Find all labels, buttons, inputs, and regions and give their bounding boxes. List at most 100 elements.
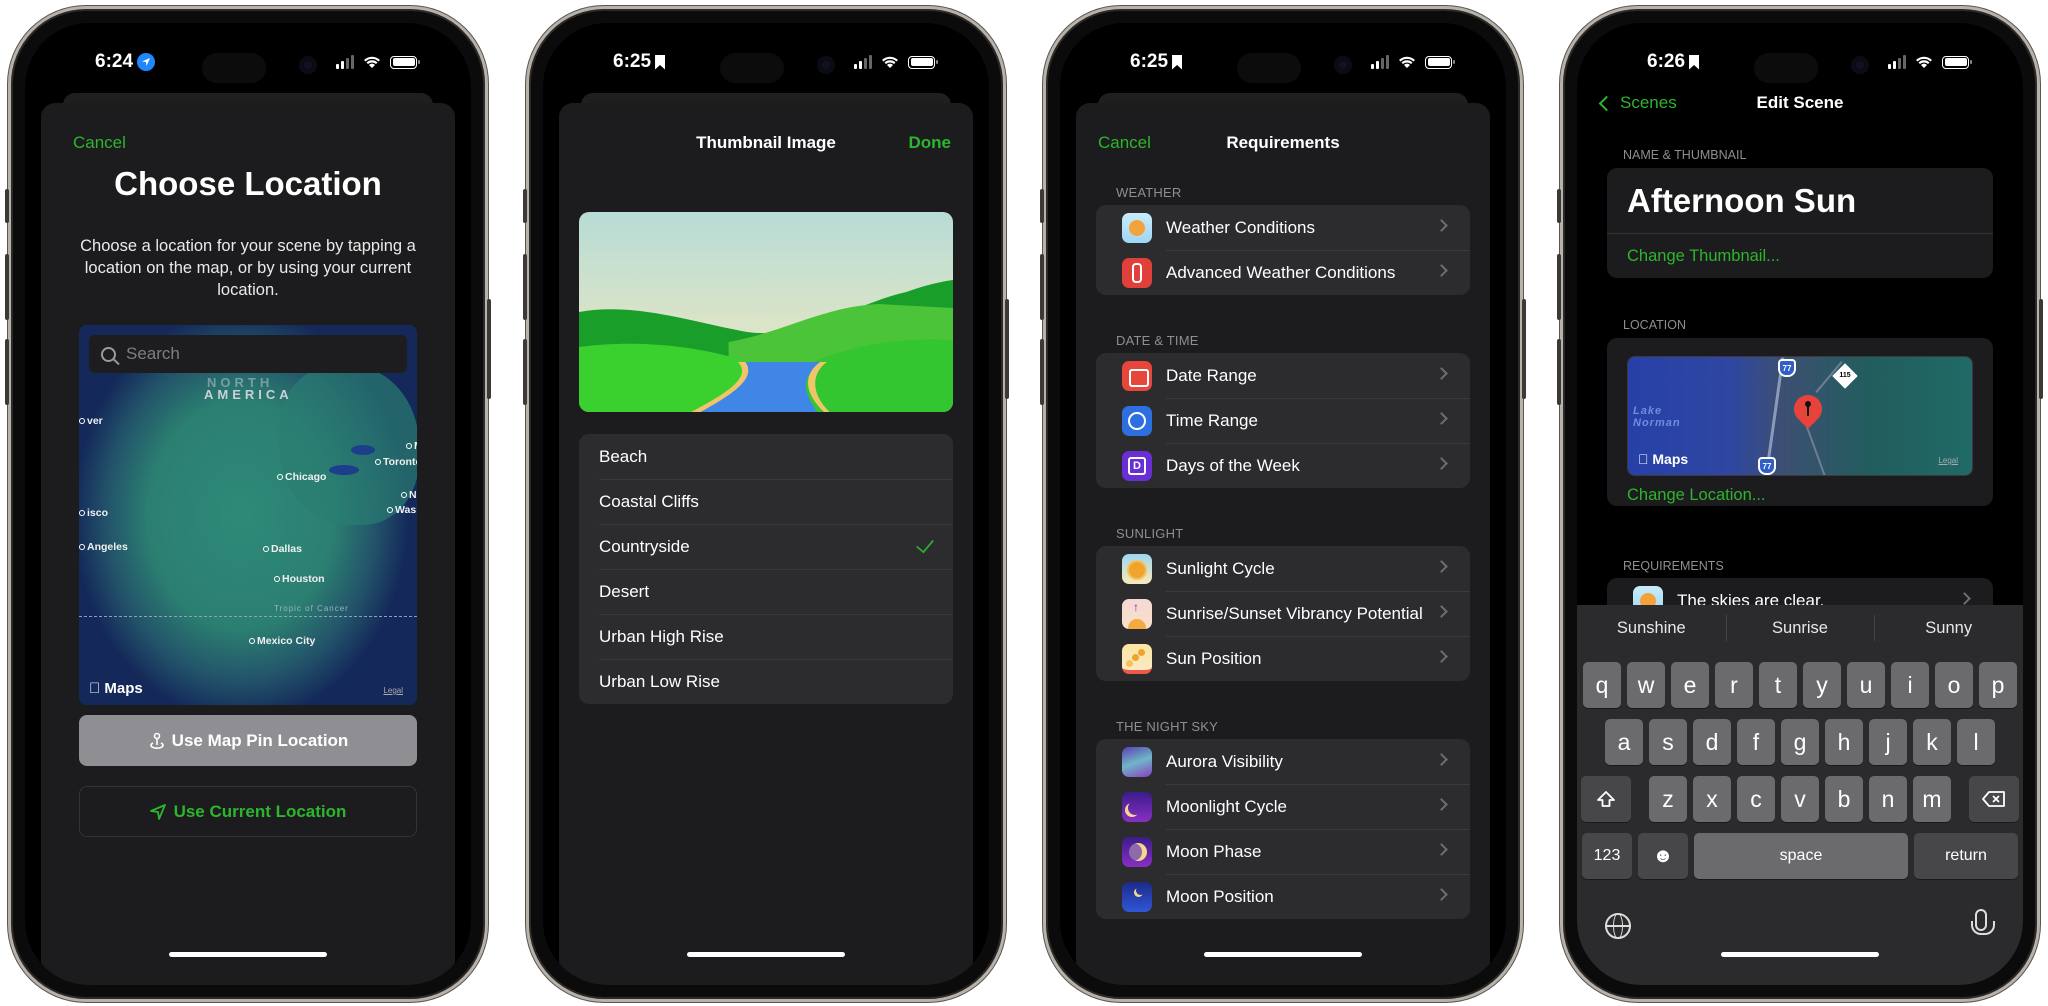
key-z[interactable]: z: [1649, 776, 1687, 822]
bookmark-icon: [1689, 54, 1700, 70]
key-p[interactable]: p: [1979, 662, 2017, 708]
use-map-pin-button[interactable]: Use Map Pin Location: [79, 715, 417, 766]
list-item-selected[interactable]: Countryside: [579, 524, 953, 569]
phone-edit-scene: 6:26 Scenes Edit Scene NAME & THUMBNAIL …: [1557, 6, 2043, 1002]
key-t[interactable]: t: [1759, 662, 1797, 708]
key-a[interactable]: a: [1605, 719, 1643, 765]
key-q[interactable]: q: [1583, 662, 1621, 708]
suggestion[interactable]: Sunny: [1874, 614, 2023, 641]
list-item[interactable]: Desert: [579, 569, 953, 614]
cancel-button[interactable]: Cancel: [73, 133, 126, 153]
option-label: Urban High Rise: [599, 626, 724, 646]
status-time: 6:24: [95, 51, 134, 72]
numbers-key[interactable]: 123: [1582, 833, 1632, 879]
key-m[interactable]: m: [1913, 776, 1951, 822]
option-label: Coastal Cliffs: [599, 491, 699, 511]
key-row: 123 ☻ space return: [1577, 833, 2023, 879]
key-k[interactable]: k: [1913, 719, 1951, 765]
key-f[interactable]: f: [1737, 719, 1775, 765]
scene-name-field[interactable]: Afternoon Sun: [1607, 168, 1993, 234]
return-key[interactable]: return: [1914, 833, 2018, 879]
weather-list: Weather Conditions Advanced Weather Cond…: [1096, 205, 1470, 295]
use-current-location-button[interactable]: Use Current Location: [79, 786, 417, 837]
screen: 6:25 Cancel Requirements WEATHER Weather…: [1060, 23, 1506, 985]
suggestion[interactable]: Sunshine: [1577, 619, 1726, 638]
list-item[interactable]: Moonlight Cycle: [1096, 784, 1470, 829]
list-item[interactable]: D Days of the Week: [1096, 443, 1470, 488]
key-h[interactable]: h: [1825, 719, 1863, 765]
location-arrow-icon: [149, 803, 166, 820]
key-l[interactable]: l: [1957, 719, 1995, 765]
chevron-right-icon: [1435, 843, 1448, 856]
home-indicator[interactable]: [169, 952, 327, 957]
cellular-signal-icon: [854, 55, 872, 69]
home-indicator[interactable]: [1721, 952, 1879, 957]
change-location-button[interactable]: Change Location...: [1607, 476, 1993, 506]
map-city-label: Chicago: [277, 471, 326, 483]
list-item[interactable]: Sunlight Cycle: [1096, 546, 1470, 591]
list-item[interactable]: Weather Conditions: [1096, 205, 1470, 250]
key-row: zxcvbnm: [1577, 776, 2023, 822]
legal-link[interactable]: Legal: [383, 686, 403, 695]
map-city-label: Angeles: [79, 541, 128, 553]
key-j[interactable]: j: [1869, 719, 1907, 765]
key-d[interactable]: d: [1693, 719, 1731, 765]
night-sky-list: Aurora Visibility Moonlight Cycle Moon P…: [1096, 739, 1470, 919]
key-b[interactable]: b: [1825, 776, 1863, 822]
list-item[interactable]: Aurora Visibility: [1096, 739, 1470, 784]
key-e[interactable]: e: [1671, 662, 1709, 708]
list-item[interactable]: Moon Position: [1096, 874, 1470, 919]
key-s[interactable]: s: [1649, 719, 1687, 765]
space-key[interactable]: space: [1694, 833, 1908, 879]
legal-link[interactable]: Legal: [1938, 456, 1958, 465]
home-indicator[interactable]: [1204, 952, 1362, 957]
key-i[interactable]: i: [1891, 662, 1929, 708]
section-header: NAME & THUMBNAIL: [1623, 148, 1747, 162]
list-item[interactable]: Sun Position: [1096, 636, 1470, 681]
list-item[interactable]: Date Range: [1096, 353, 1470, 398]
list-item[interactable]: Time Range: [1096, 398, 1470, 443]
key-w[interactable]: w: [1627, 662, 1665, 708]
delete-key[interactable]: [1969, 776, 2019, 822]
key-o[interactable]: o: [1935, 662, 1973, 708]
emoji-key[interactable]: ☻: [1638, 833, 1688, 879]
use-map-pin-label: Use Map Pin Location: [171, 730, 349, 750]
location-map[interactable]: 77 77 115 Lake Norman  Maps Legal: [1627, 356, 1973, 476]
globe-icon[interactable]: [1605, 913, 1631, 939]
list-item[interactable]: Urban Low Rise: [579, 659, 953, 704]
clock-icon: [1122, 405, 1152, 436]
suggestion[interactable]: Sunrise: [1725, 614, 1875, 641]
chevron-right-icon: [1435, 219, 1448, 232]
list-item[interactable]: Advanced Weather Conditions: [1096, 250, 1470, 295]
name-thumbnail-card: Afternoon Sun Change Thumbnail...: [1607, 168, 1993, 278]
battery-icon: [908, 55, 938, 69]
date-time-list: Date Range Time Range D Days of the Week: [1096, 353, 1470, 488]
key-c[interactable]: c: [1737, 776, 1775, 822]
key-y[interactable]: y: [1803, 662, 1841, 708]
done-button[interactable]: Done: [909, 133, 952, 153]
apple-maps-logo:  Maps: [1638, 451, 1688, 467]
status-time: 6:25: [1130, 51, 1169, 72]
option-label: Beach: [599, 446, 648, 466]
map-view[interactable]: Search NORTH AMERICA Montréal Toronto Ch…: [79, 325, 417, 705]
sunlight-list: Sunlight Cycle Sunrise/Sunset Vibrancy P…: [1096, 546, 1470, 681]
key-g[interactable]: g: [1781, 719, 1819, 765]
map-search-input[interactable]: Search: [89, 335, 407, 373]
key-x[interactable]: x: [1693, 776, 1731, 822]
list-item[interactable]: Coastal Cliffs: [579, 479, 953, 524]
list-item[interactable]: Beach: [579, 434, 953, 479]
change-thumbnail-button[interactable]: Change Thumbnail...: [1607, 234, 1993, 278]
key-r[interactable]: r: [1715, 662, 1753, 708]
shift-key[interactable]: [1581, 776, 1631, 822]
list-item[interactable]: Moon Phase: [1096, 829, 1470, 874]
battery-icon: [390, 55, 420, 69]
chevron-right-icon: [1435, 650, 1448, 663]
microphone-icon[interactable]: [1971, 909, 1995, 935]
cellular-signal-icon: [336, 55, 354, 69]
home-indicator[interactable]: [687, 952, 845, 957]
key-n[interactable]: n: [1869, 776, 1907, 822]
list-item[interactable]: Urban High Rise: [579, 614, 953, 659]
key-u[interactable]: u: [1847, 662, 1885, 708]
key-v[interactable]: v: [1781, 776, 1819, 822]
list-item[interactable]: Sunrise/Sunset Vibrancy Potential: [1096, 591, 1470, 636]
